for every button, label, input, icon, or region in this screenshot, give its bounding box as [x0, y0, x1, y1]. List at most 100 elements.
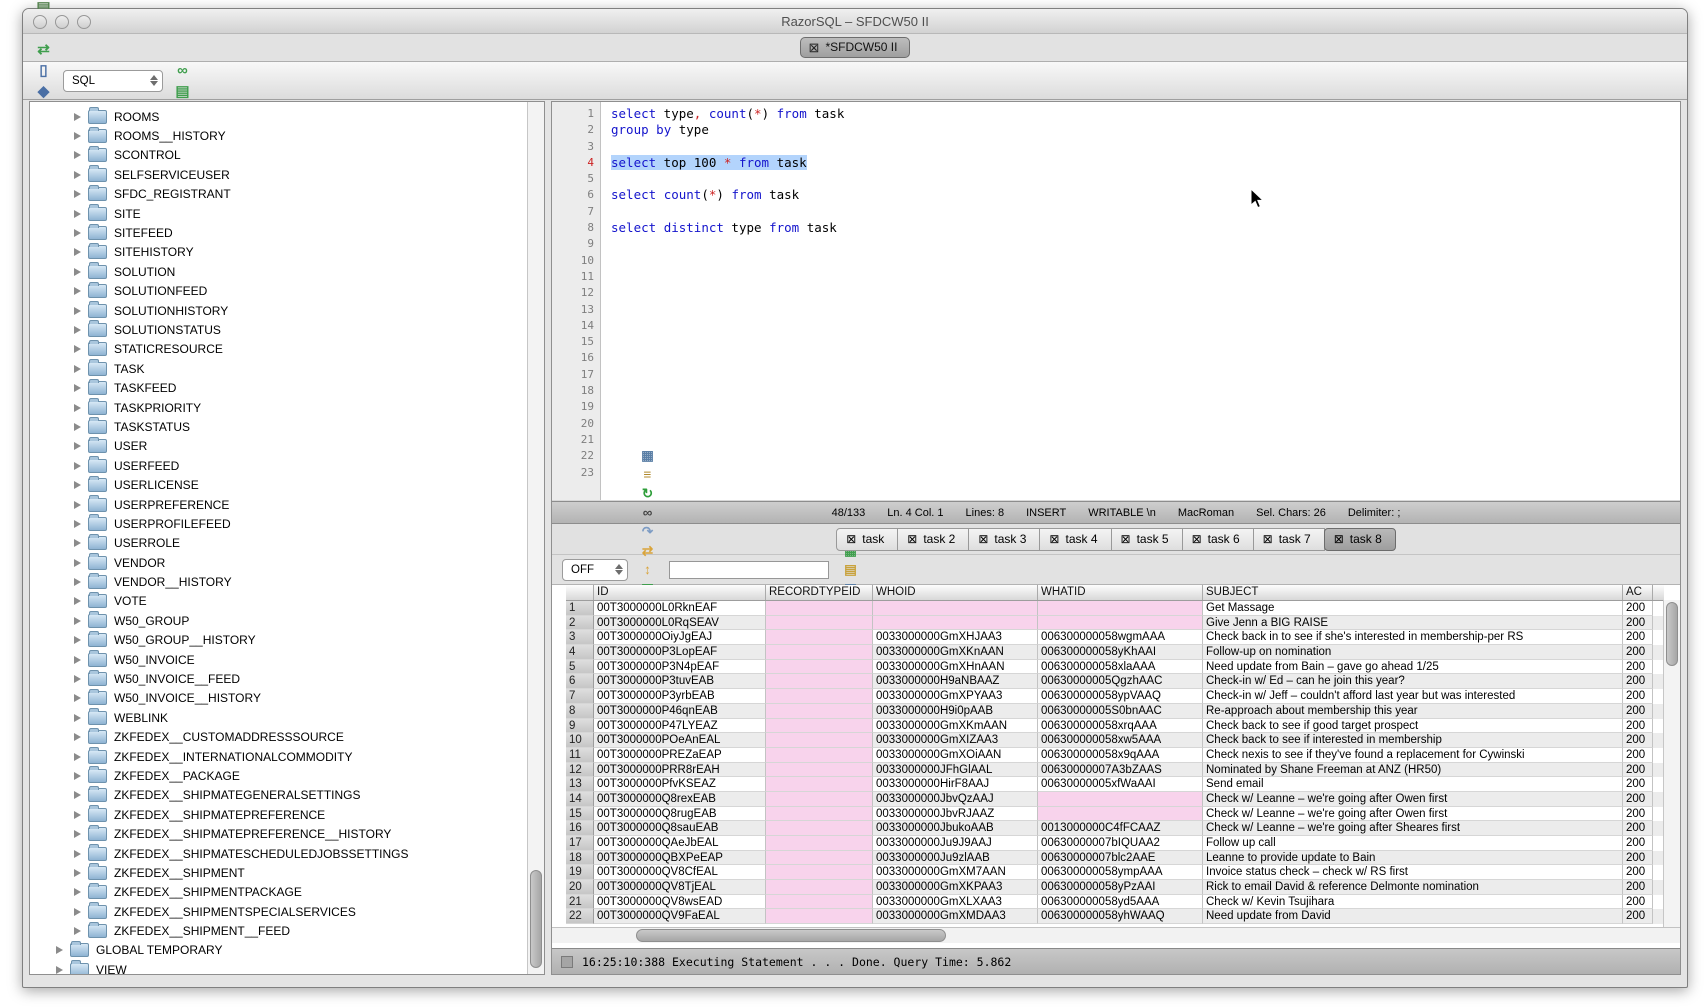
disclosure-triangle-icon[interactable]: [74, 811, 81, 819]
disclosure-triangle-icon[interactable]: [74, 229, 81, 237]
tree-scrollbar[interactable]: [527, 102, 544, 974]
code-line[interactable]: [611, 204, 1680, 220]
cell[interactable]: 0033000000JFhGlAAL: [873, 763, 1038, 778]
table-row[interactable]: 1400T3000000Q8rexEAB0033000000JbvQzAAJCh…: [566, 792, 1664, 807]
disclosure-triangle-icon[interactable]: [74, 326, 81, 334]
cell[interactable]: 006300000058xrqAAA: [1038, 719, 1203, 734]
tab-close-icon[interactable]: ⊠: [846, 533, 856, 545]
tree-item-solutionstatus[interactable]: SOLUTIONSTATUS: [30, 320, 528, 339]
code-line[interactable]: [611, 236, 1680, 252]
disclosure-triangle-icon[interactable]: [74, 210, 81, 218]
table-row[interactable]: 300T3000000OiyJgEAJ0033000000GmXHJAA3006…: [566, 630, 1664, 645]
disclosure-triangle-icon[interactable]: [74, 927, 81, 935]
row-number[interactable]: 7: [566, 689, 594, 704]
cell[interactable]: 200: [1623, 851, 1653, 866]
tree-item-staticresource[interactable]: STATICRESOURCE: [30, 340, 528, 359]
sql-editor[interactable]: 1234567891011121314151617181920212223 se…: [552, 102, 1680, 501]
cell[interactable]: 200: [1623, 777, 1653, 792]
cell[interactable]: 0033000000HirF8AAJ: [873, 777, 1038, 792]
tree-item-rooms__history[interactable]: ROOMS__HISTORY: [30, 126, 528, 145]
tree-item-zkfedex__shipmentspecialservices[interactable]: ZKFEDEX__SHIPMENTSPECIALSERVICES: [30, 902, 528, 921]
cell[interactable]: 00630000005S0bnAAC: [1038, 704, 1203, 719]
disclosure-triangle-icon[interactable]: [74, 268, 81, 276]
cell[interactable]: 00630000005xfWaAAI: [1038, 777, 1203, 792]
cell[interactable]: 200: [1623, 689, 1653, 704]
cell[interactable]: 200: [1623, 630, 1653, 645]
tree-item-solutionhistory[interactable]: SOLUTIONHISTORY: [30, 301, 528, 320]
cell[interactable]: 200: [1623, 704, 1653, 719]
table-row[interactable]: 1000T3000000POeAnEAL0033000000GmXIZAA300…: [566, 733, 1664, 748]
cell[interactable]: 006300000058ympAAA: [1038, 865, 1203, 880]
results-tab-task-7[interactable]: ⊠task 7: [1253, 528, 1325, 551]
tree-item-taskfeed[interactable]: TASKFEED: [30, 378, 528, 397]
row-number[interactable]: 22: [566, 909, 594, 924]
zoom-window-button[interactable]: [77, 15, 91, 29]
cell[interactable]: [766, 821, 873, 836]
cell[interactable]: 0033000000GmXM7AAN: [873, 865, 1038, 880]
row-number[interactable]: 9: [566, 719, 594, 734]
cell[interactable]: 00T3000000P3LopEAF: [594, 645, 766, 660]
cell[interactable]: [766, 895, 873, 910]
code-line[interactable]: select top 100 * from task: [611, 155, 1680, 171]
cell[interactable]: [766, 807, 873, 822]
tree-item-userrole[interactable]: USERROLE: [30, 534, 528, 553]
disclosure-triangle-icon[interactable]: [74, 365, 81, 373]
tree-item-zkfedex__shipmatepreference__history[interactable]: ZKFEDEX__SHIPMATEPREFERENCE__HISTORY: [30, 824, 528, 843]
tree-item-global-temporary[interactable]: GLOBAL TEMPORARY: [30, 941, 528, 960]
cell[interactable]: 00T3000000P3tuvEAB: [594, 674, 766, 689]
row-number[interactable]: 14: [566, 792, 594, 807]
cell[interactable]: Follow up call: [1203, 836, 1623, 851]
tree-item-weblink[interactable]: WEBLINK: [30, 708, 528, 727]
tree-item-zkfedex__shipment[interactable]: ZKFEDEX__SHIPMENT: [30, 863, 528, 882]
disclosure-triangle-icon[interactable]: [74, 597, 81, 605]
tree-item-w50_group__history[interactable]: W50_GROUP__HISTORY: [30, 631, 528, 650]
cell[interactable]: 0033000000GmXOiAAN: [873, 748, 1038, 763]
generate-script-icon[interactable]: ▤: [841, 560, 860, 579]
cell[interactable]: 00T3000000Q8rugEAB: [594, 807, 766, 822]
tree-item-userpreference[interactable]: USERPREFERENCE: [30, 495, 528, 514]
disclosure-triangle-icon[interactable]: [74, 908, 81, 916]
cell[interactable]: 00T3000000QV8wsEAD: [594, 895, 766, 910]
cell[interactable]: [766, 630, 873, 645]
cell[interactable]: [766, 733, 873, 748]
cell[interactable]: Check-in w/ Jeff – couldn't afford last …: [1203, 689, 1623, 704]
cell[interactable]: [873, 601, 1038, 616]
cell[interactable]: [766, 616, 873, 631]
disclosure-triangle-icon[interactable]: [74, 501, 81, 509]
cell[interactable]: Check w/ Leanne – we're going after Shea…: [1203, 821, 1623, 836]
disclosure-triangle-icon[interactable]: [74, 307, 81, 315]
cell[interactable]: [766, 645, 873, 660]
notebook-icon[interactable]: ▯: [33, 60, 54, 81]
search-glasses-icon[interactable]: ∞: [172, 60, 193, 81]
table-row[interactable]: 400T3000000P3LopEAF0033000000GmXKnAAN006…: [566, 645, 1664, 660]
document-tab-close-icon[interactable]: ⊠: [809, 41, 820, 54]
code-line[interactable]: select distinct type from task: [611, 220, 1680, 236]
cell[interactable]: 200: [1623, 763, 1653, 778]
cell[interactable]: 200: [1623, 821, 1653, 836]
cell[interactable]: [766, 674, 873, 689]
table-row[interactable]: 200T3000000L0RqSEAVGive Jenn a BIG RAISE…: [566, 616, 1664, 631]
cell[interactable]: Leanne to provide update to Bain: [1203, 851, 1623, 866]
refresh-docs-icon[interactable]: ⇄: [33, 39, 54, 60]
code-line[interactable]: [611, 399, 1680, 415]
autocommit-dropdown[interactable]: OFF: [562, 559, 628, 581]
disclosure-triangle-icon[interactable]: [74, 636, 81, 644]
cell[interactable]: 00630000007A3bZAAS: [1038, 763, 1203, 778]
row-number[interactable]: 2: [566, 616, 594, 631]
disclosure-triangle-icon[interactable]: [74, 559, 81, 567]
cell[interactable]: 200: [1623, 733, 1653, 748]
code-line[interactable]: [611, 139, 1680, 155]
row-number[interactable]: 4: [566, 645, 594, 660]
row-number[interactable]: 13: [566, 777, 594, 792]
disclosure-triangle-icon[interactable]: [74, 791, 81, 799]
cell[interactable]: 00630000007blc2AAE: [1038, 851, 1203, 866]
tree-item-vendor[interactable]: VENDOR: [30, 553, 528, 572]
cell[interactable]: 0033000000H9aNBAAZ: [873, 674, 1038, 689]
cell[interactable]: 006300000058xlaAAA: [1038, 660, 1203, 675]
row-number[interactable]: 8: [566, 704, 594, 719]
code-line[interactable]: [611, 171, 1680, 187]
tree-item-vendor__history[interactable]: VENDOR__HISTORY: [30, 572, 528, 591]
code-line[interactable]: [611, 448, 1680, 464]
disclosure-triangle-icon[interactable]: [74, 520, 81, 528]
cell[interactable]: [1038, 807, 1203, 822]
